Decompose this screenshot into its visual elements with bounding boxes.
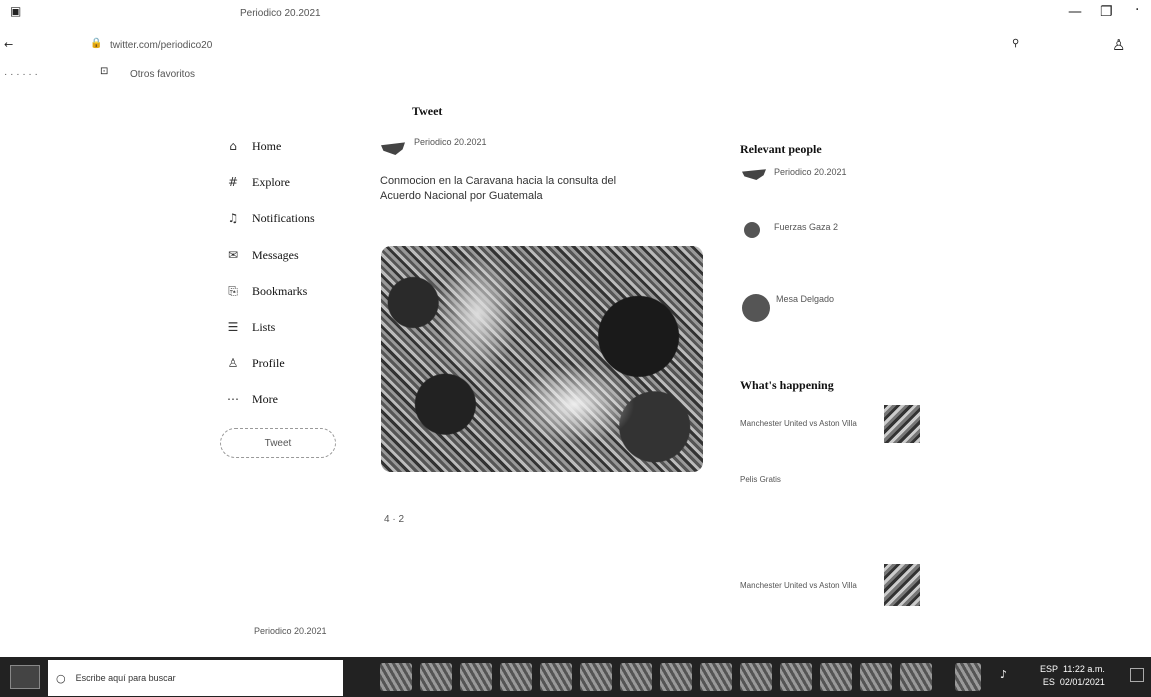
nav-label: Lists: [252, 319, 276, 334]
tweet-button-label: Tweet: [264, 437, 292, 449]
envelope-icon: ✉: [227, 248, 239, 262]
app-icon[interactable]: [900, 663, 932, 691]
app-icon[interactable]: [820, 663, 852, 691]
nav-label: Home: [252, 138, 282, 153]
person-avatar[interactable]: [742, 294, 770, 322]
app-icon[interactable]: [660, 663, 692, 691]
nav-label: More: [252, 391, 278, 406]
trend-headline[interactable]: Pelis Gratis: [740, 475, 781, 484]
person-avatar[interactable]: [742, 169, 766, 180]
nav-label: Explore: [252, 174, 290, 189]
nav-label: Messages: [252, 247, 299, 262]
trend-headline[interactable]: Manchester United vs Aston Villa: [740, 581, 857, 590]
person-avatar[interactable]: [744, 222, 760, 238]
tweet-stats: 4 · 2: [384, 514, 405, 525]
nav-explore[interactable]: # Explore: [226, 171, 290, 193]
browser-titlebar: ▣ Periodico 20.2021 — ❐ ·: [0, 0, 1151, 28]
chrome-icon[interactable]: [620, 663, 652, 691]
tweet-text: Conmocion en la Caravana hacia la consul…: [380, 174, 680, 204]
page-title: Tweet: [412, 104, 443, 118]
restore-button[interactable]: ❐: [1100, 4, 1113, 20]
back-arrow-icon[interactable]: ←: [4, 38, 13, 51]
mail-icon[interactable]: [540, 663, 572, 691]
store-icon[interactable]: [500, 663, 532, 691]
hashtag-icon: #: [227, 175, 239, 189]
clock-date: 02/01/2021: [1059, 677, 1105, 687]
app-icon[interactable]: [860, 663, 892, 691]
nav-profile[interactable]: ♙ Profile: [226, 352, 285, 374]
bookmark-icon: ⎘: [228, 284, 238, 298]
language-indicator[interactable]: ESP: [1040, 664, 1058, 674]
nav-label: Bookmarks: [252, 283, 308, 298]
nav-label: Profile: [252, 355, 285, 370]
search-placeholder: Escribe aquí para buscar: [75, 673, 176, 683]
notification-center-icon[interactable]: [1130, 668, 1144, 682]
tab-favicon-icon: ▣: [10, 4, 22, 18]
file-explorer-icon[interactable]: [460, 663, 492, 691]
taskbar-search[interactable]: ○ Escribe aquí para buscar: [48, 660, 343, 696]
account-name[interactable]: Periodico 20.2021: [254, 626, 327, 636]
bookmark-folder[interactable]: Otros favoritos: [130, 69, 195, 80]
more-icon: ⋯: [227, 392, 239, 406]
trend-thumbnail[interactable]: [884, 405, 920, 443]
nav-more[interactable]: ⋯ More: [226, 388, 278, 410]
search-icon: ○: [56, 671, 66, 685]
clock-time: 11:22 a.m.: [1063, 664, 1105, 674]
url-field[interactable]: twitter.com/periodico20: [110, 40, 212, 51]
bookmarks-bar: · · · · · · ⊡ Otros favoritos: [0, 66, 1151, 84]
volume-icon[interactable]: ♪: [1000, 668, 1007, 681]
person-icon: ♙: [227, 356, 239, 370]
app-icon[interactable]: [580, 663, 612, 691]
address-bar: ← 🔒 twitter.com/periodico20 ⚲ ♙: [0, 36, 1151, 58]
lock-icon: 🔒: [90, 38, 103, 49]
nav-label: Notifications: [252, 210, 315, 225]
nav-lists[interactable]: ☰ Lists: [226, 316, 276, 338]
list-icon: ☰: [227, 320, 239, 334]
tweet-text-line: Conmocion en la Caravana hacia la consul…: [380, 175, 617, 187]
person-icon[interactable]: ♙: [1112, 36, 1125, 54]
person-name[interactable]: Mesa Delgado: [776, 294, 834, 304]
nav-home[interactable]: ⌂ Home: [226, 135, 281, 157]
app-icon[interactable]: [780, 663, 812, 691]
tweet-photo[interactable]: [381, 246, 703, 472]
nav-messages[interactable]: ✉ Messages: [226, 244, 299, 266]
apps-shortcut[interactable]: · · · · · ·: [4, 69, 38, 80]
nav-bookmarks[interactable]: ⎘ Bookmarks: [226, 280, 307, 302]
trend-headline[interactable]: Manchester United vs Aston Villa: [740, 419, 857, 428]
tray-icons[interactable]: [955, 663, 981, 691]
puzzle-icon[interactable]: ⚲: [1012, 38, 1019, 49]
nav-notifications[interactable]: ♫ Notifications: [226, 207, 315, 229]
whats-happening-title: What's happening: [740, 378, 834, 392]
minimize-button[interactable]: —: [1068, 4, 1082, 20]
tab-title[interactable]: Periodico 20.2021: [240, 8, 321, 19]
app-icon[interactable]: [740, 663, 772, 691]
home-icon: ⌂: [229, 139, 237, 153]
taskview-icon[interactable]: [380, 663, 412, 691]
system-clock[interactable]: ESP 11:22 a.m. ES 02/01/2021: [1040, 663, 1105, 689]
author-name[interactable]: Periodico 20.2021: [414, 137, 487, 147]
person-name[interactable]: Fuerzas Gaza 2: [774, 222, 838, 232]
windows-start-icon[interactable]: [10, 665, 40, 689]
edge-icon[interactable]: [420, 663, 452, 691]
folder-icon: ⊡: [100, 66, 109, 77]
tweet-button[interactable]: Tweet: [220, 428, 336, 458]
trend-thumbnail[interactable]: [884, 564, 920, 606]
bell-icon: ♫: [227, 211, 239, 225]
app-icon[interactable]: [700, 663, 732, 691]
close-button[interactable]: ·: [1135, 2, 1139, 18]
region-indicator: ES: [1042, 677, 1055, 687]
relevant-people-title: Relevant people: [740, 142, 822, 156]
person-name[interactable]: Periodico 20.2021: [774, 167, 847, 177]
author-avatar[interactable]: [381, 142, 405, 155]
tweet-text-line: Acuerdo Nacional por Guatemala: [380, 190, 543, 202]
